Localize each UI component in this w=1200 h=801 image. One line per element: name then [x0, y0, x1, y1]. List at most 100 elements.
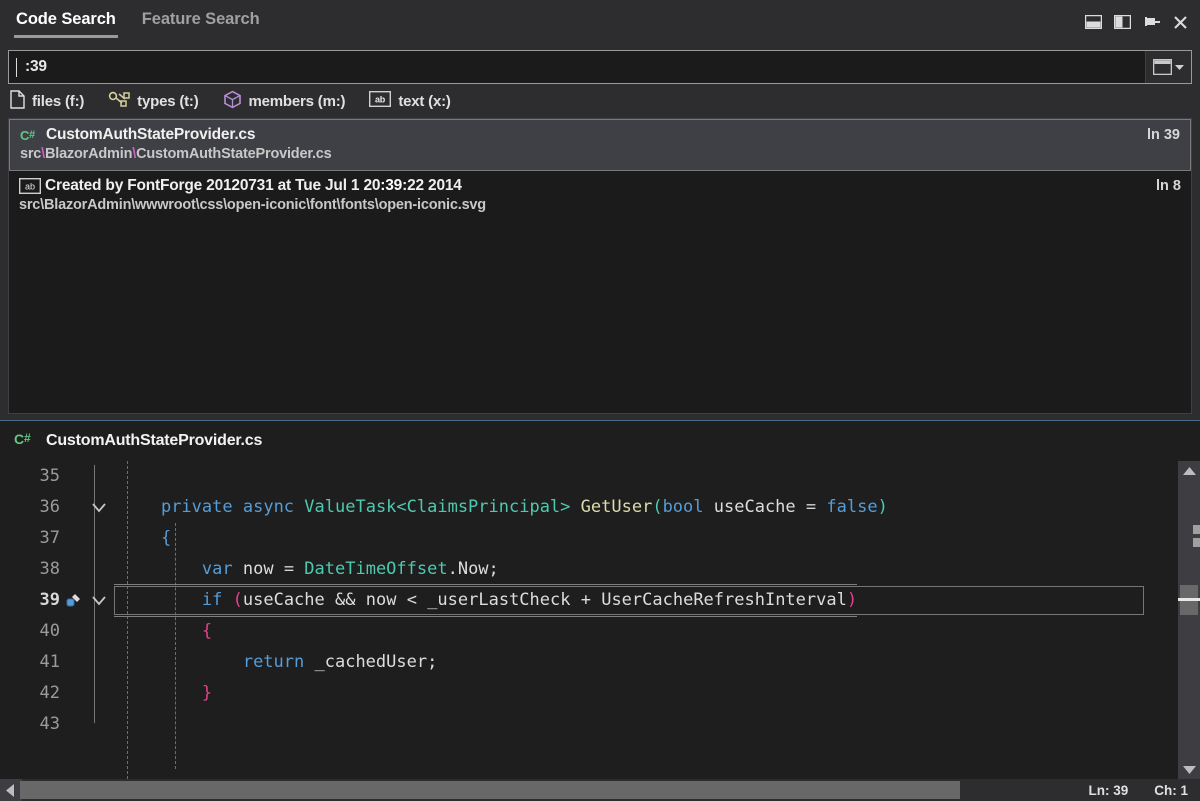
code-token: _cachedUser;	[315, 652, 438, 672]
code-text: if (useCache && now < _userLastCheck + U…	[114, 584, 1178, 617]
code-token: private	[161, 497, 233, 517]
tab-feature-search[interactable]: Feature Search	[140, 10, 262, 35]
filter-chips: files (f:) types (t:) members (m:)	[0, 84, 1200, 118]
code-token: }	[202, 683, 212, 703]
code-token	[120, 559, 202, 579]
close-icon[interactable]	[1170, 13, 1190, 31]
code-text: return _cachedUser;	[114, 647, 1178, 678]
vertical-scrollbar[interactable]	[1178, 461, 1200, 779]
line-number: 40	[0, 616, 62, 647]
code-line[interactable]: 41 return _cachedUser;	[0, 647, 1178, 678]
code-line[interactable]: 35	[0, 461, 1178, 492]
filter-files-label: files (f:)	[32, 93, 84, 110]
code-line[interactable]: 42 }	[0, 678, 1178, 709]
code-tokens: if (useCache && now < _userLastCheck + U…	[114, 584, 857, 617]
text-icon: ab	[369, 91, 391, 111]
csharp-icon: C #	[20, 127, 46, 144]
svg-text:#: #	[29, 129, 35, 141]
search-bar	[8, 50, 1192, 84]
code-tokens: return _cachedUser;	[120, 652, 437, 672]
code-line[interactable]: 43	[0, 709, 1178, 740]
code-token	[120, 683, 202, 703]
code-token: DateTimeOffset	[304, 559, 447, 579]
code-token: &&	[335, 590, 355, 610]
result-item-0[interactable]: C # CustomAuthStateProvider.cs ln 39 src…	[9, 119, 1191, 171]
code-token	[233, 559, 243, 579]
line-number: 35	[0, 461, 62, 492]
status-line-number: Ln: 39	[1088, 783, 1128, 798]
chevron-down-icon[interactable]	[84, 596, 114, 606]
code-line[interactable]: 39 if (useCache && now < _userLastCheck …	[0, 585, 1178, 616]
result-header: C # CustomAuthStateProvider.cs ln 39	[20, 126, 1180, 144]
file-icon	[10, 90, 25, 113]
filter-text-label: text (x:)	[398, 93, 450, 110]
code-token: useCache	[714, 497, 796, 517]
line-number: 42	[0, 678, 62, 709]
scroll-marker	[1193, 538, 1200, 547]
result-line-badge: ln 39	[1135, 127, 1180, 143]
horizontal-scroll-thumb[interactable]	[20, 781, 960, 799]
result-title: CustomAuthStateProvider.cs	[46, 126, 1135, 144]
scroll-down-arrow[interactable]	[1178, 759, 1200, 779]
line-number: 37	[0, 523, 62, 554]
code-token: (	[652, 497, 662, 517]
line-number: 36	[0, 492, 62, 523]
scroll-left-arrow[interactable]	[0, 784, 20, 797]
csharp-icon: C #	[14, 430, 36, 453]
code-editor: 3536 private async ValueTask<ClaimsPrinc…	[0, 461, 1200, 779]
code-token	[120, 621, 202, 641]
horizontal-scrollbar[interactable]	[0, 779, 22, 801]
code-line[interactable]: 36 private async ValueTask<ClaimsPrincip…	[0, 492, 1178, 523]
horizontal-scroll-track[interactable]	[20, 779, 22, 801]
line-number: 38	[0, 554, 62, 585]
preview-pane: C # CustomAuthStateProvider.cs 3536 priv…	[0, 420, 1200, 801]
code-token: return	[243, 652, 304, 672]
result-title: Created by FontForge 20120731 at Tue Jul…	[45, 177, 1144, 195]
tab-code-search[interactable]: Code Search	[14, 10, 118, 38]
scroll-marker	[1193, 525, 1200, 534]
code-line[interactable]: 40 {	[0, 616, 1178, 647]
code-token: UserCacheRefreshInterval	[601, 590, 847, 610]
code-token	[356, 590, 366, 610]
code-tokens: private async ValueTask<ClaimsPrincipal>…	[120, 497, 888, 517]
pin-icon[interactable]	[1141, 13, 1161, 31]
dock-right-icon[interactable]	[1112, 13, 1132, 31]
filter-text[interactable]: ab text (x:)	[367, 89, 452, 113]
filter-types[interactable]: types (t:)	[106, 88, 200, 115]
code-text: var now = DateTimeOffset.Now;	[114, 554, 1178, 585]
code-token: )	[847, 590, 857, 610]
quick-actions-icon[interactable]	[62, 592, 84, 610]
code-search-window: Code Search Feature Search	[0, 0, 1200, 801]
result-item-1[interactable]: ab Created by FontForge 20120731 at Tue …	[9, 171, 1191, 221]
scroll-up-arrow[interactable]	[1178, 461, 1200, 481]
dock-bottom-icon[interactable]	[1083, 13, 1103, 31]
code-line[interactable]: 38 var now = DateTimeOffset.Now;	[0, 554, 1178, 585]
vertical-scroll-track[interactable]	[1178, 481, 1200, 759]
search-input[interactable]	[17, 51, 1145, 83]
filter-members[interactable]: members (m:)	[221, 88, 348, 115]
filter-files[interactable]: files (f:)	[8, 88, 86, 115]
code-token: <	[396, 590, 427, 610]
code-line[interactable]: 37 {	[0, 523, 1178, 554]
results-list: C # CustomAuthStateProvider.cs ln 39 src…	[8, 118, 1192, 414]
code-viewport[interactable]: 3536 private async ValueTask<ClaimsPrinc…	[0, 461, 1178, 779]
code-token	[570, 497, 580, 517]
code-token	[704, 497, 714, 517]
code-token: if	[202, 590, 222, 610]
svg-text:ab: ab	[25, 182, 35, 192]
match-highlight: :39	[380, 177, 402, 194]
code-token: now	[243, 559, 274, 579]
line-number: 43	[0, 709, 62, 740]
code-token: bool	[663, 497, 704, 517]
chevron-down-icon[interactable]	[84, 503, 114, 513]
svg-text:ab: ab	[375, 95, 386, 105]
preview-options-button[interactable]	[1145, 51, 1191, 83]
svg-text:C: C	[14, 431, 24, 447]
code-tokens: }	[120, 683, 212, 703]
caret-position-marker	[1178, 598, 1200, 601]
code-text: {	[114, 616, 1178, 647]
status-char-number: Ch: 1	[1154, 783, 1188, 798]
code-token	[222, 590, 232, 610]
scroll-markers	[1193, 525, 1200, 551]
types-icon	[108, 90, 130, 113]
